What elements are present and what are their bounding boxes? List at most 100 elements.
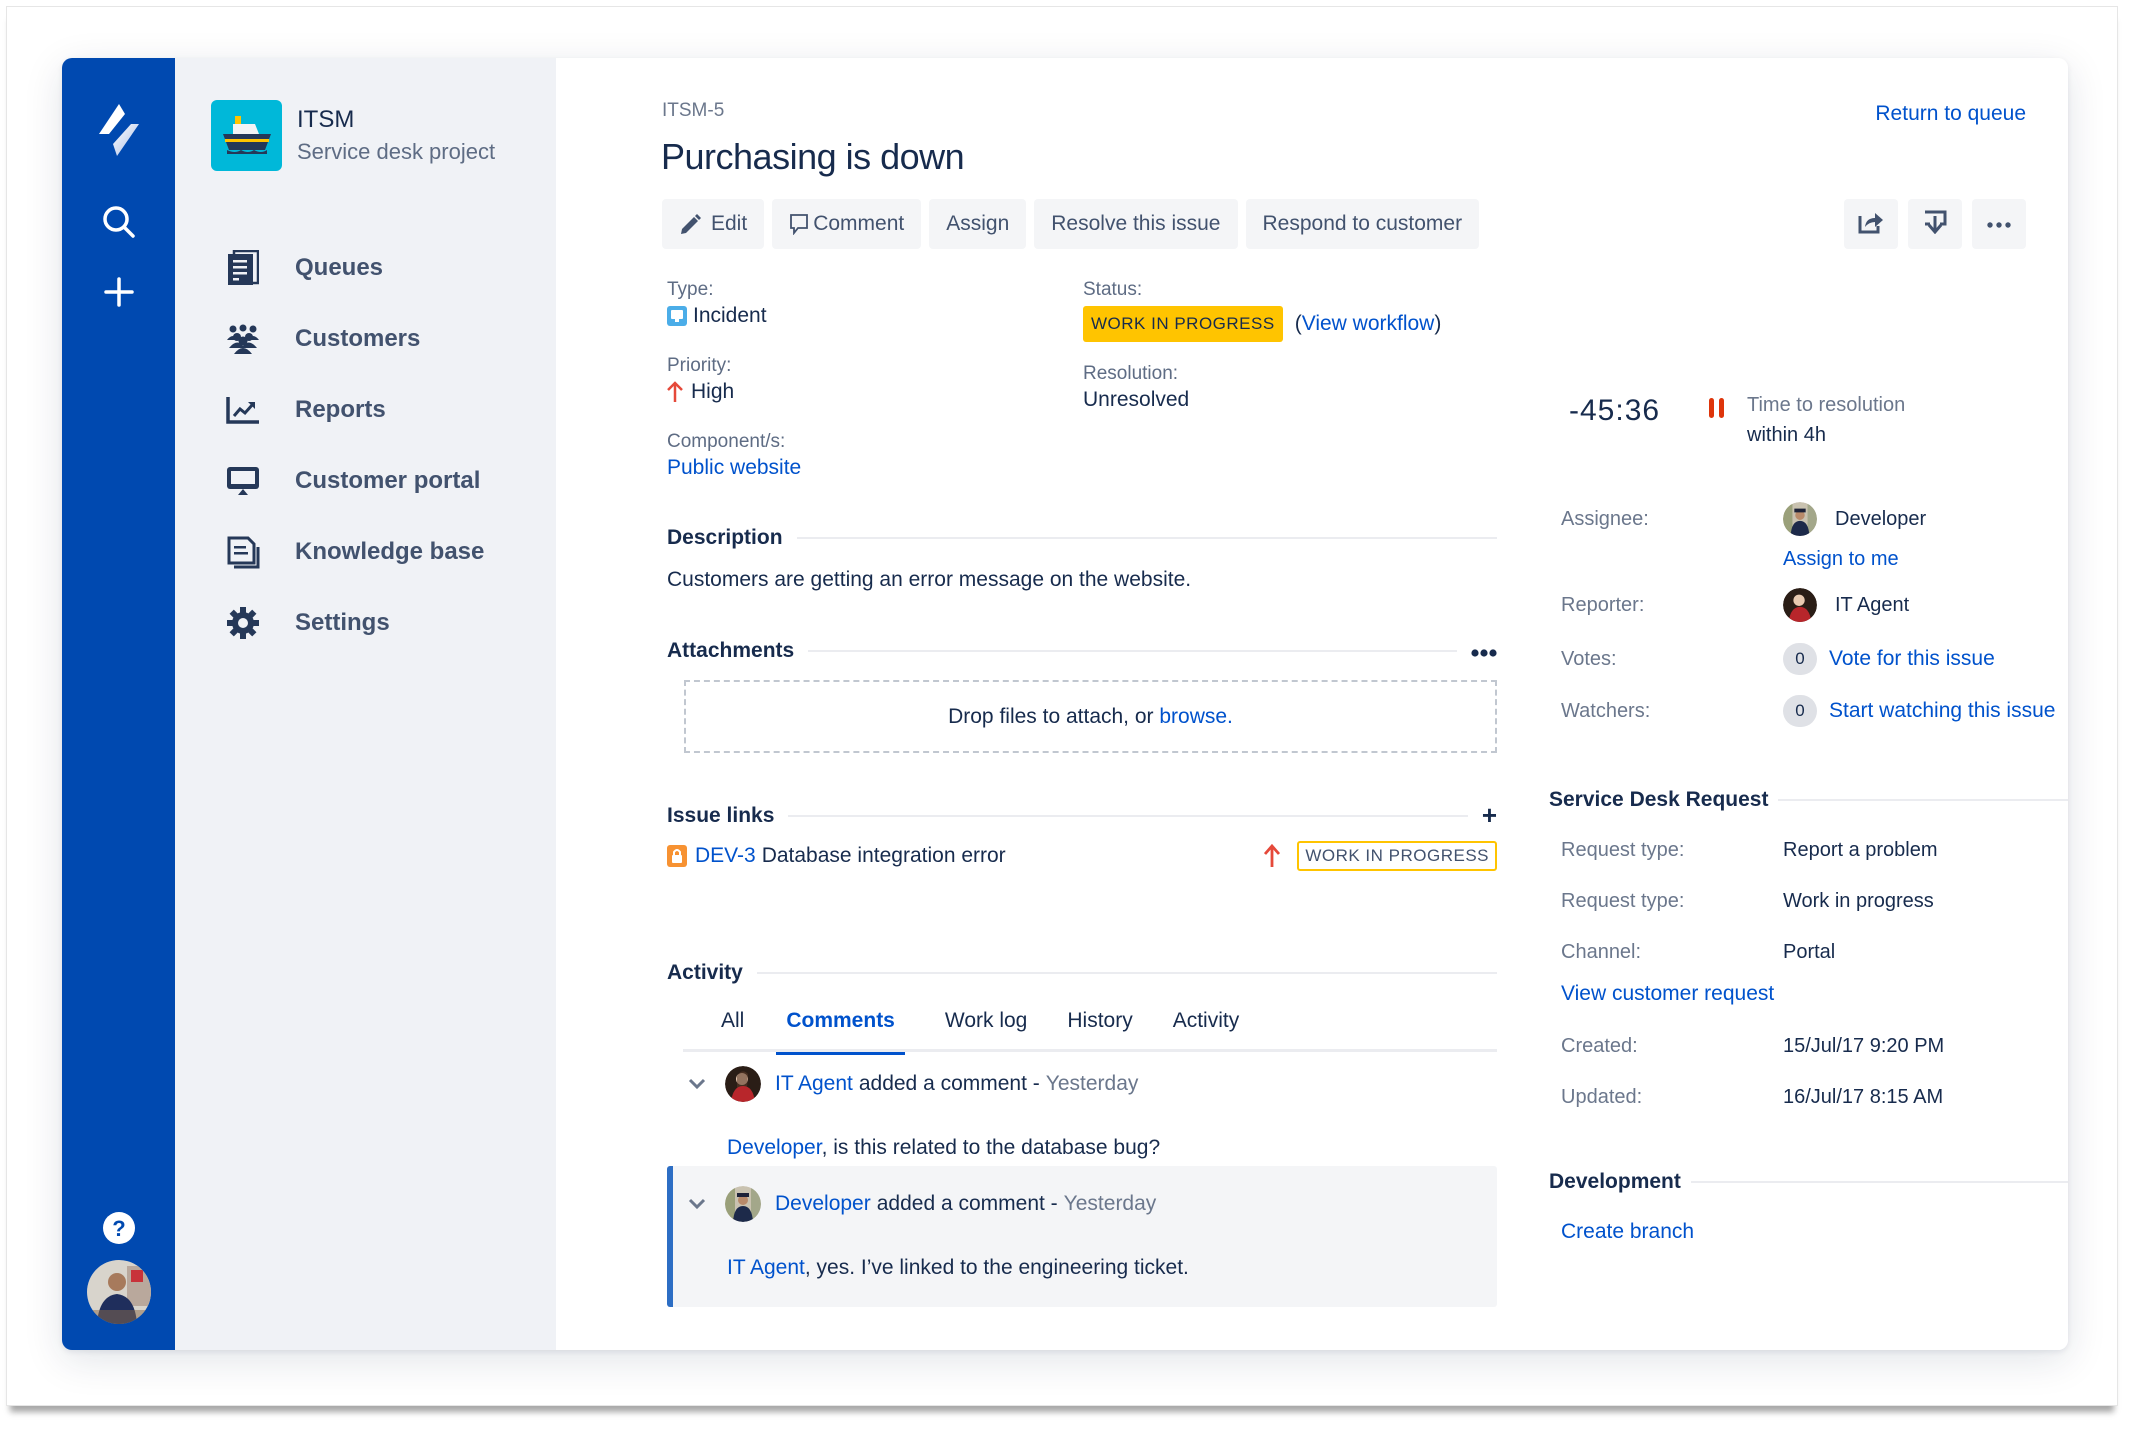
create-branch-link[interactable]: Create branch [1561, 1220, 1694, 1244]
tab-history[interactable]: History [1067, 1006, 1132, 1052]
created-value: 15/Jul/17 9:20 PM [1783, 1035, 1945, 1057]
components-field: Component/s: Public website [667, 430, 801, 482]
search-icon[interactable] [62, 202, 175, 242]
mention-link[interactable]: Developer [727, 1136, 822, 1159]
resolve-button[interactable]: Resolve this issue [1034, 199, 1238, 249]
divider [1778, 799, 2068, 801]
issue-key[interactable]: ITSM-5 [662, 100, 724, 122]
activity-heading: Activity [667, 961, 743, 984]
priority-high-arrow-icon [1263, 844, 1281, 868]
tab-comments[interactable]: Comments [776, 1006, 905, 1055]
app-window: ? ITSM Service desk project Queues Custo… [62, 58, 2068, 1350]
comment-timestamp[interactable]: Yesterday [1046, 1072, 1139, 1096]
assignee-name: Developer [1835, 507, 1927, 530]
divider [788, 814, 1468, 817]
tab-all[interactable]: All [721, 1006, 744, 1052]
linked-issue-status: WORK IN PROGRESS [1297, 841, 1497, 871]
comment-button[interactable]: Comment [772, 199, 922, 249]
vote-link[interactable]: Vote for this issue [1829, 647, 1995, 671]
attachments-heading: Attachments [667, 639, 795, 662]
reporter-value[interactable]: IT Agent [1783, 588, 1909, 622]
status-lozenge[interactable]: WORK IN PROGRESS [1083, 306, 1283, 342]
reporter-name: IT Agent [1835, 593, 1910, 616]
user-avatar[interactable] [62, 1259, 175, 1325]
priority-label: Priority: [667, 355, 732, 376]
status-field: Status: WORK IN PROGRESS ( View workflow… [1083, 278, 1441, 342]
assign-button[interactable]: Assign [929, 199, 1027, 249]
watch-link[interactable]: Start watching this issue [1829, 699, 2055, 723]
project-sidebar: ITSM Service desk project Queues Custome… [175, 58, 556, 1350]
help-icon[interactable]: ? [62, 1208, 175, 1248]
edit-button[interactable]: Edit [662, 199, 765, 249]
project-header[interactable]: ITSM Service desk project [211, 100, 495, 171]
reporter-label: Reporter: [1561, 593, 1645, 616]
sidebar-item-reports[interactable]: Reports [225, 390, 386, 430]
issue-view: ITSM-5 Purchasing is down Return to queu… [556, 58, 2068, 1350]
sidebar-item-knowledge-base[interactable]: Knowledge base [225, 532, 484, 572]
comment-author-avatar[interactable] [709, 1186, 761, 1222]
type-value[interactable]: Incident [667, 302, 767, 330]
channel-row: Channel: Portal [1561, 941, 2068, 964]
channel-label: Channel: [1561, 941, 1642, 963]
watchers-row: Watchers: 0 Start watching this issue [1561, 695, 2068, 727]
comment-label: Comment [813, 212, 905, 235]
sidebar-item-label: Reports [295, 396, 386, 423]
incident-icon [667, 306, 687, 326]
comment-icon [789, 213, 809, 235]
project-type: Service desk project [297, 138, 496, 164]
assign-to-me-link[interactable]: Assign to me [1783, 548, 1899, 571]
comment-author-link[interactable]: IT Agent [775, 1072, 853, 1096]
description-text[interactable]: Customers are getting an error message o… [667, 568, 1191, 592]
priority-value[interactable]: High [667, 378, 734, 406]
description-heading: Description [667, 526, 783, 549]
created-row: Created: 15/Jul/17 9:20 PM [1561, 1035, 2068, 1058]
development-section-header: Development [1549, 1170, 2068, 1194]
sidebar-item-customer-portal[interactable]: Customer portal [225, 461, 480, 501]
request-type-label: Request type: [1561, 839, 1685, 861]
request-type-row: Request type: Report a problem [1561, 839, 2068, 862]
sidebar-item-customers[interactable]: Customers [225, 319, 420, 359]
sla-paused-icon [1709, 398, 1724, 418]
votes-label: Votes: [1561, 647, 1617, 670]
respond-to-customer-button[interactable]: Respond to customer [1245, 199, 1480, 249]
type-text: Incident [693, 304, 767, 327]
priority-high-arrow-icon [667, 381, 683, 403]
view-workflow-link[interactable]: View workflow [1302, 310, 1435, 338]
request-type-label: Request type: [1561, 890, 1685, 912]
sidebar-item-queues[interactable]: Queues [225, 248, 383, 288]
add-issue-link-button[interactable]: + [1482, 800, 1497, 831]
sidebar-item-settings[interactable]: Settings [225, 603, 390, 643]
reports-icon [225, 392, 261, 428]
service-desk-heading: Service Desk Request [1549, 788, 1769, 811]
linked-issue-summary[interactable]: Database integration error [762, 844, 1006, 868]
assignee-value[interactable]: Developer [1783, 502, 1926, 536]
sla-goal: within 4h [1747, 424, 1826, 446]
resolution-field: Resolution: Unresolved [1083, 362, 1189, 414]
tab-work-log[interactable]: Work log [945, 1006, 1027, 1052]
attachment-dropzone[interactable]: Drop files to attach, or browse. [684, 680, 1497, 753]
mention-link[interactable]: IT Agent [727, 1256, 805, 1279]
collapse-chevron-icon[interactable] [685, 1198, 709, 1210]
updated-label: Updated: [1561, 1086, 1643, 1108]
activity-tabs: All Comments Work log History Activity [683, 1006, 1497, 1055]
component-link[interactable]: Public website [667, 454, 801, 482]
request-type-value: Work in progress [1783, 890, 1934, 912]
collapse-chevron-icon[interactable] [685, 1078, 709, 1090]
comment-author-avatar[interactable] [709, 1066, 761, 1102]
create-plus-icon[interactable] [62, 272, 175, 312]
comment-verb: added a comment - [876, 1192, 1058, 1215]
browse-link[interactable]: browse. [1159, 705, 1233, 729]
comment-author-link[interactable]: Developer [775, 1192, 871, 1216]
comment-timestamp[interactable]: Yesterday [1064, 1192, 1157, 1216]
jira-logo-icon[interactable] [62, 100, 175, 160]
drop-text: Drop files to attach, or [948, 704, 1160, 728]
issue-title[interactable]: Purchasing is down [661, 136, 965, 178]
updated-value: 16/Jul/17 8:15 AM [1783, 1086, 1944, 1108]
issue-side-panel: -45:36 Time to resolution within 4h Assi… [1549, 58, 2068, 1350]
attachments-more-icon[interactable] [1471, 640, 1497, 663]
attachments-section-header: Attachments [667, 639, 1497, 663]
type-field: Type: Incident [667, 278, 767, 330]
tab-activity[interactable]: Activity [1173, 1006, 1240, 1052]
view-customer-request-link[interactable]: View customer request [1561, 982, 1774, 1006]
linked-issue-key[interactable]: DEV-3 [695, 844, 756, 868]
